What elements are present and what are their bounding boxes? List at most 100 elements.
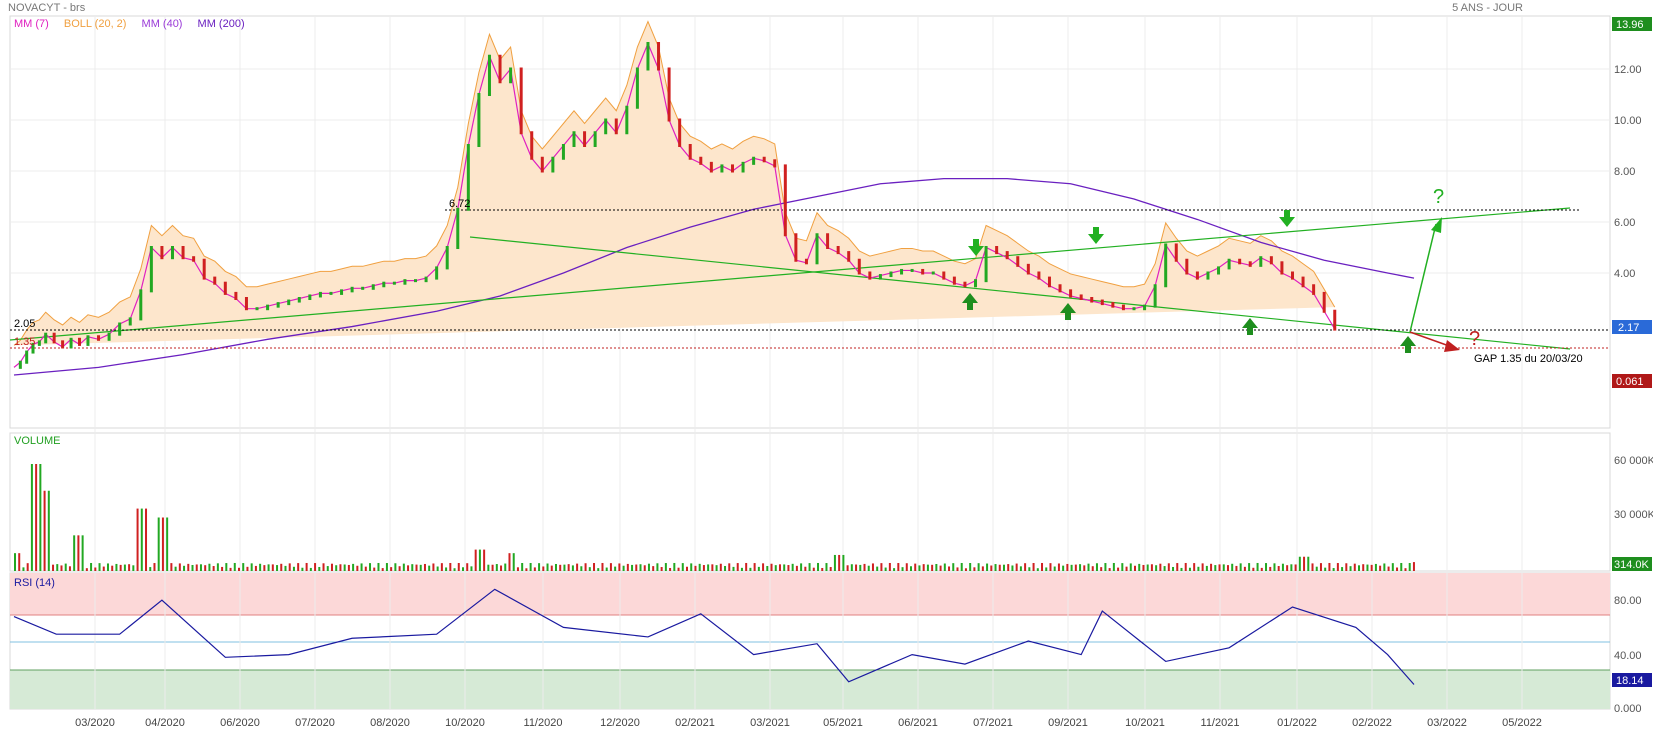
- volume-bar: [1286, 565, 1289, 571]
- volume-bar: [554, 563, 557, 571]
- volume-bar: [550, 565, 553, 571]
- volume-bar: [588, 567, 591, 571]
- volume-bar: [1070, 564, 1073, 571]
- candle: [635, 67, 639, 109]
- y-tick-label: 4.00: [1614, 268, 1635, 280]
- x-tick-label: 12/2020: [600, 717, 640, 729]
- candle: [1090, 297, 1094, 303]
- volume-bar: [762, 563, 765, 571]
- volume-bar: [1353, 563, 1356, 571]
- volume-bar: [419, 564, 422, 571]
- volume-bar: [183, 565, 186, 571]
- volume-bar: [538, 563, 541, 571]
- volume-bar: [774, 565, 777, 571]
- volume-bar: [601, 562, 604, 571]
- candle: [255, 307, 259, 311]
- candle: [815, 233, 819, 265]
- volume-bar: [690, 563, 693, 571]
- legend-mm40[interactable]: MM (40): [142, 18, 183, 30]
- volume-bar: [271, 564, 274, 571]
- candle: [192, 256, 196, 262]
- volume-bar: [166, 517, 169, 571]
- volume-bar: [394, 563, 397, 571]
- volume-bar: [1324, 567, 1327, 571]
- volume-bar: [593, 563, 596, 571]
- candle: [551, 156, 555, 173]
- volume-bar: [922, 564, 925, 571]
- volume-bar: [415, 564, 418, 571]
- volume-bar: [871, 563, 874, 571]
- resistance-label: 6.72: [449, 198, 470, 210]
- volume-bar: [863, 563, 866, 571]
- volume-bar: [1362, 564, 1365, 571]
- volume-bar: [436, 566, 439, 571]
- volume-bar: [1281, 563, 1284, 571]
- candle: [963, 281, 967, 288]
- volume-bar: [998, 564, 1001, 571]
- x-tick-label: 09/2021: [1048, 717, 1088, 729]
- volume-bar: [470, 566, 473, 571]
- candle: [456, 207, 460, 249]
- volume-tick-30: 30 000K: [1614, 509, 1653, 521]
- volume-bar: [77, 535, 80, 571]
- volume-bar: [1205, 565, 1208, 571]
- rsi-oversold-zone: [10, 670, 1610, 709]
- volume-bar: [1167, 563, 1170, 571]
- volume-bar: [195, 564, 198, 571]
- volume-bar: [1028, 567, 1031, 571]
- legend-boll[interactable]: BOLL (20, 2): [64, 18, 127, 30]
- candle: [625, 105, 629, 135]
- legend-mm200[interactable]: MM (200): [198, 18, 245, 30]
- volume-bar: [905, 563, 908, 571]
- candle: [868, 271, 872, 280]
- volume-bar: [1163, 566, 1166, 571]
- volume-bar: [939, 565, 942, 571]
- candle: [1238, 258, 1242, 265]
- volume-bar: [770, 563, 773, 571]
- legend-mm7[interactable]: MM (7): [14, 18, 49, 30]
- candle: [414, 279, 418, 283]
- volume-bar: [821, 567, 824, 571]
- volume-bar: [1032, 563, 1035, 571]
- x-tick-label: 05/2022: [1502, 717, 1542, 729]
- candle: [878, 274, 882, 280]
- candle: [762, 156, 766, 163]
- volume-bar: [1307, 556, 1310, 571]
- volume-bar: [423, 563, 426, 571]
- volume-bar: [1260, 567, 1263, 571]
- volume-bar: [1379, 565, 1382, 571]
- volume-bar: [647, 563, 650, 571]
- volume-bar: [618, 563, 621, 571]
- volume-bar: [973, 567, 976, 571]
- volume-bar: [787, 565, 790, 571]
- volume-bar: [280, 563, 283, 571]
- period-label[interactable]: 5 ANS - JOUR: [1452, 2, 1523, 14]
- volume-bar: [390, 567, 393, 571]
- candle: [952, 276, 956, 285]
- candle: [783, 164, 787, 237]
- volume-bar: [1290, 564, 1293, 571]
- rsi-label: RSI (14): [14, 577, 55, 589]
- candle: [329, 291, 333, 295]
- volume-bar: [94, 567, 97, 571]
- candle: [900, 268, 904, 275]
- x-tick-label: 06/2021: [898, 717, 938, 729]
- candle: [1164, 243, 1168, 288]
- candle: [1079, 294, 1083, 300]
- volume-bar: [893, 568, 896, 571]
- volume-bar: [736, 563, 739, 571]
- volume-bar: [449, 562, 452, 571]
- volume-bar: [1015, 563, 1018, 571]
- volume-bar: [960, 562, 963, 571]
- volume-bar: [1294, 564, 1297, 571]
- stock-chart[interactable]: 03/2020 04/2020 06/2020 07/2020 08/2020 10/20…: [0, 0, 1653, 732]
- volume-bar: [98, 563, 101, 571]
- volume-bar: [1243, 566, 1246, 571]
- volume-bar: [1007, 564, 1010, 571]
- volume-bar: [512, 553, 515, 571]
- volume-bar: [652, 566, 655, 571]
- volume-bar: [724, 565, 727, 571]
- question-up: ?: [1433, 186, 1444, 208]
- volume-bar: [1303, 556, 1306, 571]
- volume-bar: [466, 563, 469, 571]
